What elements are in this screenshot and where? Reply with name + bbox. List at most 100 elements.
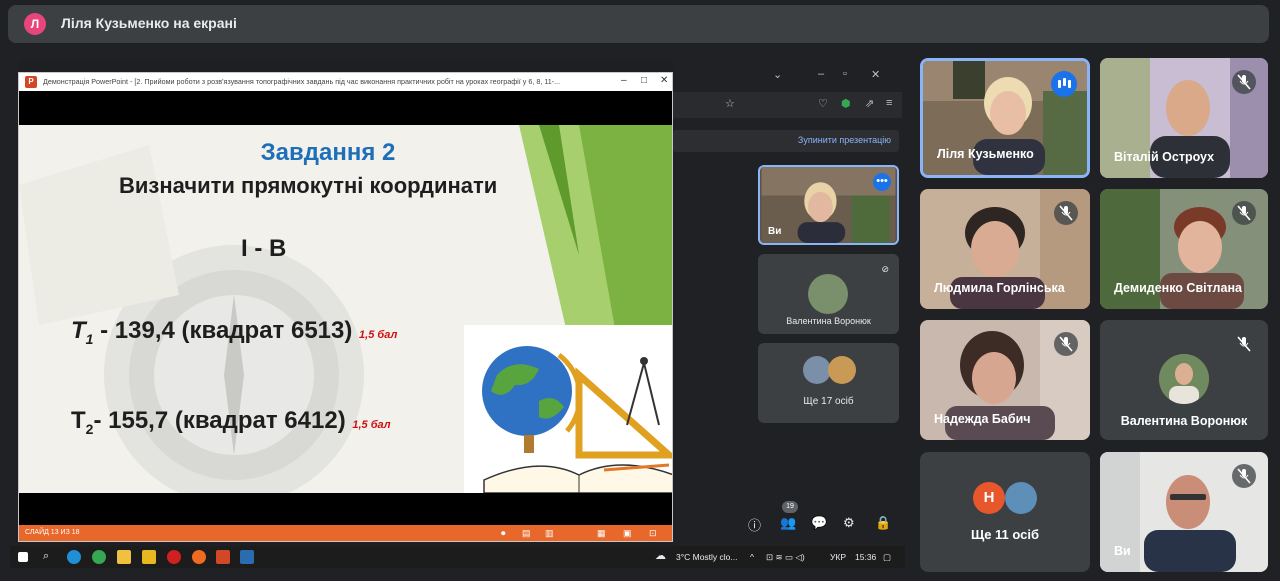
restore-icon[interactable]: ▫ [843,68,847,80]
edge-icon[interactable] [67,550,81,564]
background-browser-window: ⌄ – ▫ ✕ ☆ ♡ ⬢ ⇗ ≡ Зупинити презентацію •… [673,60,902,568]
mic-off-icon [1054,201,1078,225]
maximize-icon[interactable]: □ [641,75,647,86]
cloud-weather-icon: ☁ [655,550,666,562]
notes-icon[interactable]: ▤ [522,528,531,539]
firefox-icon[interactable] [192,550,206,564]
clock[interactable]: 15:36 [855,552,876,562]
participant-name: Людмила Горлінська [934,281,1065,295]
mic-off-icon [1232,201,1256,225]
language-indicator[interactable]: УКР [830,552,846,562]
people-icon[interactable]: 👥 [780,515,796,531]
sorter-view-icon[interactable]: ▦ [597,528,606,539]
tray-icons[interactable]: ⊡ ≋ ▭ ◁) [766,552,805,563]
chat-icon[interactable]: 💬 [811,515,827,531]
slide-title: Завдання 2 [260,139,396,166]
browser-toolbar: ☆ ♡ ⬢ ⇗ ≡ [673,92,902,118]
avatar [803,356,831,384]
notifications-icon[interactable]: ▢ [883,552,891,563]
slide-answer-line-1: Т1 - 139,4 (квадрат 6513) 1,5 бал [71,317,397,347]
slide-subtitle: Визначити прямокутні координати [119,173,498,198]
tray-chevron-icon[interactable]: ^ [750,552,754,562]
participant-tile[interactable]: Валентина Воронюк [1100,320,1268,440]
presenting-banner: Л Ліля Кузьменко на екрані [8,5,1269,43]
app-taskbar-icon[interactable] [240,550,254,564]
close-icon[interactable]: ✕ [871,68,880,81]
participant-tile[interactable]: Ви [1100,452,1268,572]
stop-presentation-bar: Зупинити презентацію [673,130,899,152]
slide[interactable]: Завдання 2 Визначити прямокутні координа… [19,125,672,493]
stop-presentation-button[interactable]: Зупинити презентацію [798,135,891,145]
more-participants-tile[interactable]: Н Ще 11 осіб [920,452,1090,572]
browser-tabstrip: ⌄ – ▫ ✕ [673,60,902,90]
tab-list-icon[interactable]: ⌄ [773,68,782,81]
slide-letterbox [19,493,672,525]
normal-view-icon[interactable]: ▥ [545,528,554,539]
participant-name: Ви [1114,544,1131,558]
participant-name: Ліля Кузьменко [937,147,1034,161]
powerpoint-taskbar-icon[interactable] [216,550,230,564]
presenting-text: Ліля Кузьменко на екрані [61,15,237,31]
chrome-icon[interactable] [92,550,106,564]
reading-view-icon[interactable]: ▣ [623,528,632,539]
point-symbol: Т [71,317,86,344]
avatar [1159,354,1209,404]
slide-answer-line-2: Т2- 155,7 (квадрат 6412) 1,5 бал [71,407,391,437]
windows-start-icon[interactable] [18,552,28,562]
minimize-icon[interactable]: – [621,75,627,86]
score-label: 1,5 бал [352,419,391,431]
point-symbol: Т [71,407,86,434]
pocket-icon[interactable]: ♡ [818,97,828,110]
weather-text[interactable]: 3°C Mostly clo... [676,552,738,562]
ppt-title-text: Демонстрація PowerPoint - [2. Прийоми ро… [43,77,561,86]
menu-icon[interactable]: ≡ [886,97,892,109]
slide-variant: І - В [241,235,287,262]
activities-icon[interactable]: ⚙ [843,515,855,531]
people-count-badge: 19 [782,501,798,513]
mini-self-tile[interactable]: ••• Ви [758,165,899,245]
slideshow-icon[interactable]: ⊡ [649,528,657,539]
minimize-icon[interactable]: – [818,68,824,80]
mini-participant-name: Валентина Воронюк [786,316,871,326]
info-icon[interactable]: ⓘ [748,515,761,534]
slide-letterbox [19,91,672,125]
slide-counter: СЛАЙД 13 ИЗ 18 [25,529,80,536]
presenter-avatar: Л [24,13,46,35]
record-icon[interactable]: ⏺ [501,528,506,539]
avatar [1005,482,1037,514]
participant-tile[interactable]: Віталій Остроух [1100,58,1268,178]
participant-tile[interactable]: Демиденко Світлана [1100,189,1268,309]
explorer-icon[interactable] [117,550,131,564]
mini-more-tile[interactable]: Ще 17 осіб [758,343,899,423]
participant-tile[interactable]: Ліля Кузьменко [920,58,1090,178]
participant-name: Надежда Бабич [934,412,1031,426]
participant-tile[interactable]: Надежда Бабич [920,320,1090,440]
avatar [828,356,856,384]
host-controls-icon[interactable]: 🔒 [875,515,891,531]
mini-self-label: Ви [768,226,782,237]
participant-tile[interactable]: Людмила Горлінська [920,189,1090,309]
participant-name: Віталій Остроух [1114,150,1215,164]
ppt-titlebar: P Демонстрація PowerPoint - [2. Прийоми … [19,73,672,91]
mini-more-label: Ще 17 осіб [803,396,854,407]
mic-off-icon [1232,332,1256,356]
answer-text: - 155,7 (квадрат 6412) [93,407,346,434]
shield-icon[interactable]: ⬢ [841,97,851,110]
windows-taskbar: ⌕ ☁ 3°C Mostly clo... ^ ⊡ ≋ ▭ ◁) УКР 15:… [10,546,905,568]
star-icon[interactable]: ☆ [725,97,735,110]
close-icon[interactable]: ✕ [660,75,668,86]
mic-off-icon [1054,332,1078,356]
search-icon[interactable]: ⌕ [43,550,49,563]
participant-name: Валентина Воронюк [1120,414,1248,428]
extensions-icon[interactable]: ⇗ [865,97,874,110]
more-options-icon[interactable]: ••• [873,173,891,191]
avatar [808,274,848,314]
opera-icon[interactable] [167,550,181,564]
meeting-controls: ⓘ 👥 19 💬 ⚙ 🔒 [748,501,898,536]
notes-app-icon[interactable] [142,550,156,564]
score-label: 1,5 бал [359,329,398,341]
mini-participant-tile[interactable]: ⊘ Валентина Воронюк [758,254,899,334]
mic-off-icon: ⊘ [881,264,889,274]
participant-name: Демиденко Світлана [1114,281,1242,295]
powerpoint-icon: P [25,76,37,88]
